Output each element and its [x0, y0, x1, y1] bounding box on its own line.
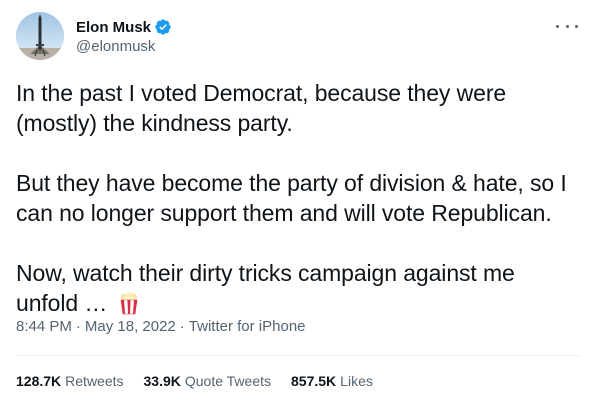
meta-separator: ·: [75, 318, 81, 335]
name-row: Elon Musk: [76, 17, 172, 37]
tweet-source-link[interactable]: Twitter for iPhone: [189, 318, 306, 335]
likes-label: Likes: [340, 373, 373, 389]
tweet-meta: 8:44 PM · May 18, 2022 · Twitter for iPh…: [16, 318, 306, 335]
tweet-header: Elon Musk @elonmusk: [16, 12, 172, 60]
likes-count: 857.5K: [291, 373, 337, 389]
retweets-stat[interactable]: 128.7K Retweets: [16, 373, 124, 389]
display-name[interactable]: Elon Musk: [76, 19, 151, 36]
tweet-paragraph-3-text: Now, watch their dirty tricks campaign a…: [16, 260, 522, 316]
more-dot: [556, 24, 559, 28]
tweet-stats: 128.7K Retweets 33.9K Quote Tweets 857.5…: [16, 373, 393, 389]
tweet-paragraph-3: Now, watch their dirty tricks campaign a…: [16, 258, 582, 318]
more-dot: [575, 24, 578, 28]
quote-tweets-count: 33.9K: [143, 373, 181, 389]
retweets-count: 128.7K: [16, 373, 62, 389]
tweet-paragraph-1: In the past I voted Democrat, because th…: [16, 80, 513, 136]
user-handle[interactable]: @elonmusk: [76, 38, 172, 55]
tweet-paragraph-2: But they have become the party of divisi…: [16, 170, 573, 226]
verified-badge-icon: [154, 18, 172, 36]
tweet-text: In the past I voted Democrat, because th…: [16, 78, 582, 318]
tweet-date[interactable]: May 18, 2022: [85, 318, 176, 335]
more-options-icon[interactable]: [556, 18, 578, 34]
tweet-time[interactable]: 8:44 PM: [16, 318, 72, 335]
tweet-card: Elon Musk @elonmusk In the past I voted …: [0, 0, 596, 401]
user-names: Elon Musk @elonmusk: [76, 12, 172, 60]
rocket-avatar-icon: [16, 12, 64, 60]
more-dot: [565, 24, 569, 28]
likes-stat[interactable]: 857.5K Likes: [291, 373, 373, 389]
popcorn-icon: [118, 291, 140, 315]
divider: [16, 355, 580, 356]
quote-tweets-label: Quote Tweets: [184, 373, 272, 389]
retweets-label: Retweets: [65, 373, 124, 389]
avatar[interactable]: [16, 12, 64, 60]
meta-separator: ·: [179, 318, 185, 335]
quote-tweets-stat[interactable]: 33.9K Quote Tweets: [144, 373, 272, 389]
